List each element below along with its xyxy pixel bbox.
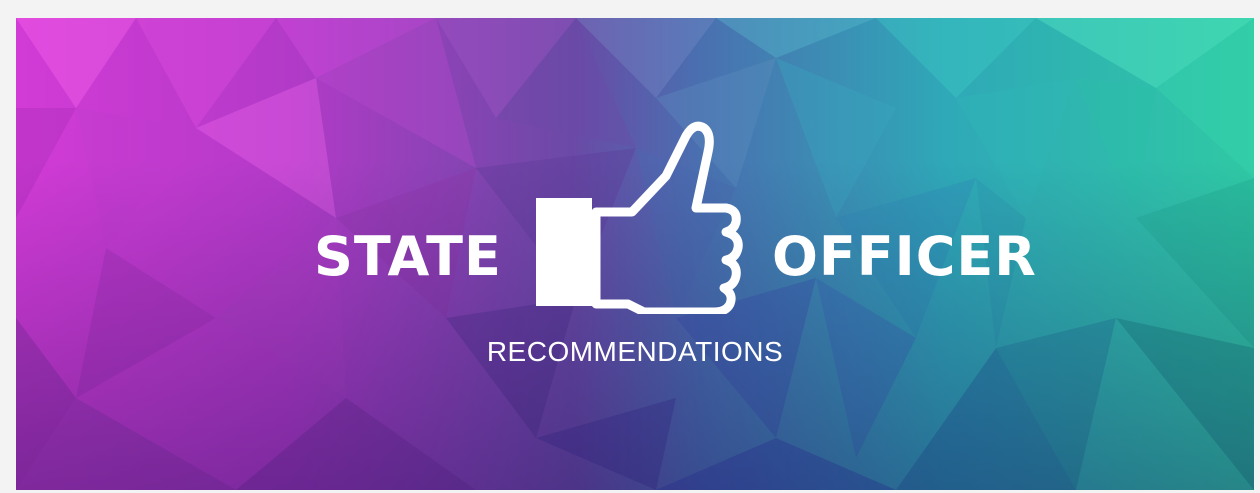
title-left: STATE bbox=[314, 225, 502, 288]
subtitle: RECOMMENDATIONS bbox=[486, 336, 784, 367]
title-right: OFFICER bbox=[772, 225, 1037, 288]
thumbs-up-icon bbox=[536, 121, 743, 314]
page-frame: STATE OFFICER RECOMMENDATIONS bbox=[0, 0, 1260, 493]
hero-banner: STATE OFFICER RECOMMENDATIONS bbox=[16, 18, 1254, 490]
